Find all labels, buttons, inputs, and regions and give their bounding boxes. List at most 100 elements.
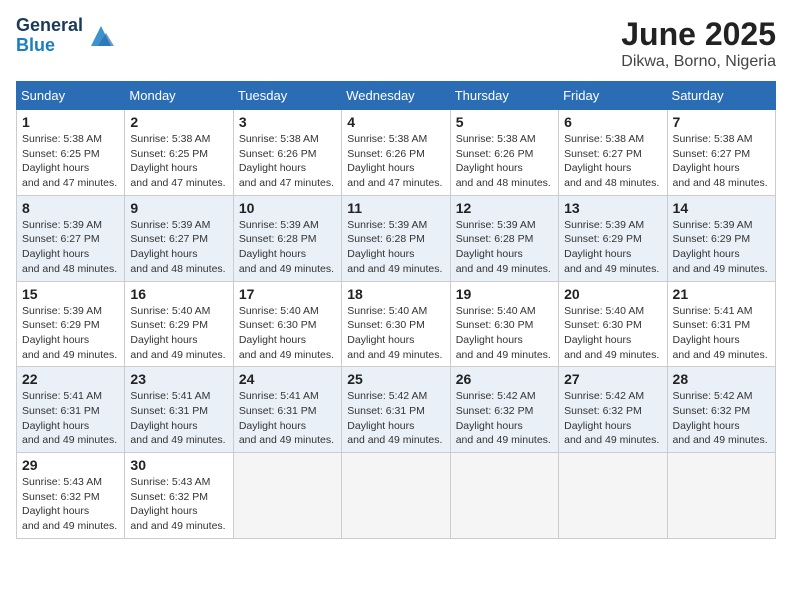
day-info: Sunrise: 5:38 AM Sunset: 6:26 PM Dayligh… [239, 132, 336, 191]
table-row [559, 453, 667, 539]
table-row: 19 Sunrise: 5:40 AM Sunset: 6:30 PM Dayl… [450, 281, 558, 367]
day-info: Sunrise: 5:39 AM Sunset: 6:27 PM Dayligh… [22, 218, 119, 277]
logo-icon [86, 21, 116, 51]
day-info: Sunrise: 5:38 AM Sunset: 6:26 PM Dayligh… [456, 132, 553, 191]
calendar-table: Sunday Monday Tuesday Wednesday Thursday… [16, 81, 776, 539]
col-sunday: Sunday [17, 82, 125, 110]
table-row: 23 Sunrise: 5:41 AM Sunset: 6:31 PM Dayl… [125, 367, 233, 453]
day-number: 25 [347, 371, 444, 387]
table-row: 17 Sunrise: 5:40 AM Sunset: 6:30 PM Dayl… [233, 281, 341, 367]
table-row: 4 Sunrise: 5:38 AM Sunset: 6:26 PM Dayli… [342, 110, 450, 196]
table-row: 18 Sunrise: 5:40 AM Sunset: 6:30 PM Dayl… [342, 281, 450, 367]
table-row [233, 453, 341, 539]
day-number: 17 [239, 286, 336, 302]
day-info: Sunrise: 5:40 AM Sunset: 6:30 PM Dayligh… [456, 304, 553, 363]
table-row [450, 453, 558, 539]
day-info: Sunrise: 5:39 AM Sunset: 6:28 PM Dayligh… [239, 218, 336, 277]
day-info: Sunrise: 5:40 AM Sunset: 6:30 PM Dayligh… [347, 304, 444, 363]
day-info: Sunrise: 5:42 AM Sunset: 6:32 PM Dayligh… [456, 389, 553, 448]
day-number: 4 [347, 114, 444, 130]
day-number: 15 [22, 286, 119, 302]
table-row: 12 Sunrise: 5:39 AM Sunset: 6:28 PM Dayl… [450, 195, 558, 281]
col-saturday: Saturday [667, 82, 775, 110]
day-number: 7 [673, 114, 770, 130]
location-title: Dikwa, Borno, Nigeria [621, 53, 776, 71]
table-row: 20 Sunrise: 5:40 AM Sunset: 6:30 PM Dayl… [559, 281, 667, 367]
table-row [342, 453, 450, 539]
day-number: 9 [130, 200, 227, 216]
day-number: 24 [239, 371, 336, 387]
table-row: 13 Sunrise: 5:39 AM Sunset: 6:29 PM Dayl… [559, 195, 667, 281]
table-row: 27 Sunrise: 5:42 AM Sunset: 6:32 PM Dayl… [559, 367, 667, 453]
table-row: 14 Sunrise: 5:39 AM Sunset: 6:29 PM Dayl… [667, 195, 775, 281]
header: GeneralBlue June 2025 Dikwa, Borno, Nige… [16, 16, 776, 71]
table-row: 29 Sunrise: 5:43 AM Sunset: 6:32 PM Dayl… [17, 453, 125, 539]
col-tuesday: Tuesday [233, 82, 341, 110]
day-number: 20 [564, 286, 661, 302]
day-info: Sunrise: 5:42 AM Sunset: 6:31 PM Dayligh… [347, 389, 444, 448]
day-number: 22 [22, 371, 119, 387]
day-info: Sunrise: 5:43 AM Sunset: 6:32 PM Dayligh… [22, 475, 119, 534]
day-info: Sunrise: 5:41 AM Sunset: 6:31 PM Dayligh… [22, 389, 119, 448]
day-info: Sunrise: 5:42 AM Sunset: 6:32 PM Dayligh… [564, 389, 661, 448]
table-row: 8 Sunrise: 5:39 AM Sunset: 6:27 PM Dayli… [17, 195, 125, 281]
col-thursday: Thursday [450, 82, 558, 110]
day-number: 10 [239, 200, 336, 216]
day-info: Sunrise: 5:38 AM Sunset: 6:26 PM Dayligh… [347, 132, 444, 191]
logo: GeneralBlue [16, 16, 116, 56]
day-number: 26 [456, 371, 553, 387]
day-number: 8 [22, 200, 119, 216]
day-number: 14 [673, 200, 770, 216]
col-friday: Friday [559, 82, 667, 110]
table-row: 28 Sunrise: 5:42 AM Sunset: 6:32 PM Dayl… [667, 367, 775, 453]
day-number: 21 [673, 286, 770, 302]
calendar-header-row: Sunday Monday Tuesday Wednesday Thursday… [17, 82, 776, 110]
table-row: 16 Sunrise: 5:40 AM Sunset: 6:29 PM Dayl… [125, 281, 233, 367]
day-number: 1 [22, 114, 119, 130]
day-number: 2 [130, 114, 227, 130]
calendar-week-row: 8 Sunrise: 5:39 AM Sunset: 6:27 PM Dayli… [17, 195, 776, 281]
day-number: 23 [130, 371, 227, 387]
day-number: 18 [347, 286, 444, 302]
day-info: Sunrise: 5:43 AM Sunset: 6:32 PM Dayligh… [130, 475, 227, 534]
day-number: 27 [564, 371, 661, 387]
day-info: Sunrise: 5:41 AM Sunset: 6:31 PM Dayligh… [130, 389, 227, 448]
table-row: 11 Sunrise: 5:39 AM Sunset: 6:28 PM Dayl… [342, 195, 450, 281]
day-info: Sunrise: 5:41 AM Sunset: 6:31 PM Dayligh… [673, 304, 770, 363]
day-number: 5 [456, 114, 553, 130]
table-row: 21 Sunrise: 5:41 AM Sunset: 6:31 PM Dayl… [667, 281, 775, 367]
table-row: 15 Sunrise: 5:39 AM Sunset: 6:29 PM Dayl… [17, 281, 125, 367]
day-info: Sunrise: 5:39 AM Sunset: 6:27 PM Dayligh… [130, 218, 227, 277]
table-row: 3 Sunrise: 5:38 AM Sunset: 6:26 PM Dayli… [233, 110, 341, 196]
day-info: Sunrise: 5:39 AM Sunset: 6:28 PM Dayligh… [347, 218, 444, 277]
day-info: Sunrise: 5:38 AM Sunset: 6:27 PM Dayligh… [673, 132, 770, 191]
table-row: 7 Sunrise: 5:38 AM Sunset: 6:27 PM Dayli… [667, 110, 775, 196]
col-monday: Monday [125, 82, 233, 110]
calendar-week-row: 29 Sunrise: 5:43 AM Sunset: 6:32 PM Dayl… [17, 453, 776, 539]
table-row: 5 Sunrise: 5:38 AM Sunset: 6:26 PM Dayli… [450, 110, 558, 196]
col-wednesday: Wednesday [342, 82, 450, 110]
table-row: 1 Sunrise: 5:38 AM Sunset: 6:25 PM Dayli… [17, 110, 125, 196]
table-row: 9 Sunrise: 5:39 AM Sunset: 6:27 PM Dayli… [125, 195, 233, 281]
day-info: Sunrise: 5:38 AM Sunset: 6:25 PM Dayligh… [130, 132, 227, 191]
day-number: 28 [673, 371, 770, 387]
table-row: 26 Sunrise: 5:42 AM Sunset: 6:32 PM Dayl… [450, 367, 558, 453]
month-title: June 2025 [621, 16, 776, 53]
table-row: 10 Sunrise: 5:39 AM Sunset: 6:28 PM Dayl… [233, 195, 341, 281]
day-info: Sunrise: 5:38 AM Sunset: 6:27 PM Dayligh… [564, 132, 661, 191]
day-info: Sunrise: 5:40 AM Sunset: 6:30 PM Dayligh… [564, 304, 661, 363]
day-number: 11 [347, 200, 444, 216]
calendar-week-row: 15 Sunrise: 5:39 AM Sunset: 6:29 PM Dayl… [17, 281, 776, 367]
day-info: Sunrise: 5:41 AM Sunset: 6:31 PM Dayligh… [239, 389, 336, 448]
day-number: 3 [239, 114, 336, 130]
logo-text: GeneralBlue [16, 16, 83, 56]
table-row: 25 Sunrise: 5:42 AM Sunset: 6:31 PM Dayl… [342, 367, 450, 453]
day-info: Sunrise: 5:39 AM Sunset: 6:29 PM Dayligh… [564, 218, 661, 277]
table-row [667, 453, 775, 539]
day-number: 16 [130, 286, 227, 302]
day-info: Sunrise: 5:39 AM Sunset: 6:29 PM Dayligh… [673, 218, 770, 277]
calendar-week-row: 22 Sunrise: 5:41 AM Sunset: 6:31 PM Dayl… [17, 367, 776, 453]
day-number: 6 [564, 114, 661, 130]
table-row: 6 Sunrise: 5:38 AM Sunset: 6:27 PM Dayli… [559, 110, 667, 196]
day-number: 30 [130, 457, 227, 473]
